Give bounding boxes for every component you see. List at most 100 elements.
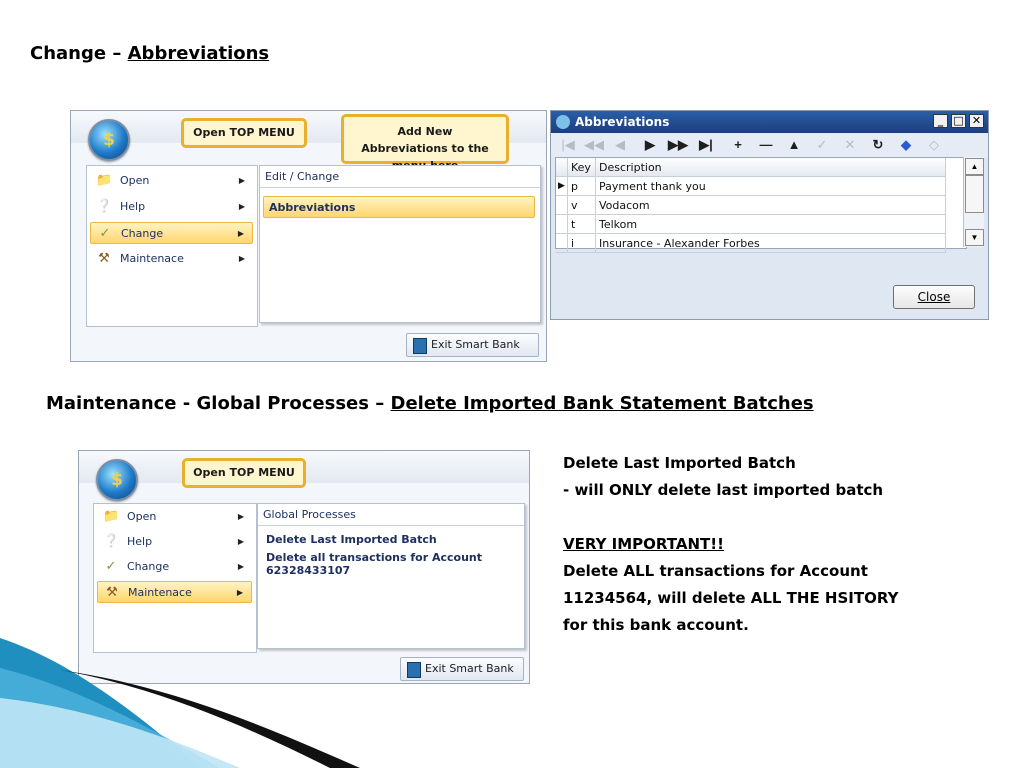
heading-prefix: Maintenance - Global Processes – bbox=[46, 393, 391, 414]
menu-item-help[interactable]: ❔ Help ▶ bbox=[97, 531, 252, 553]
menu-item-label: Open bbox=[127, 510, 157, 523]
window-titlebar: Abbreviations _ □ ✕ bbox=[551, 111, 988, 133]
column-header-description[interactable]: Description bbox=[596, 158, 946, 177]
submenu-global-processes: Global Processes Delete Last Imported Ba… bbox=[257, 503, 525, 649]
prev-page-icon[interactable]: ◀◀ bbox=[583, 135, 605, 155]
chevron-right-icon: ▶ bbox=[237, 537, 244, 546]
menu-item-label: Help bbox=[127, 535, 153, 548]
menu-item-maintenance[interactable]: ⚒ Maintenace ▶ bbox=[90, 248, 253, 270]
submenu-title: Edit / Change bbox=[260, 166, 540, 188]
chevron-right-icon: ▶ bbox=[237, 229, 244, 238]
table-row-description[interactable]: Vodacom bbox=[596, 196, 946, 215]
help-icon: ❔ bbox=[103, 534, 120, 549]
close-button[interactable]: Close bbox=[893, 285, 975, 309]
submenu-item-delete-last-batch[interactable]: Delete Last Imported Batch bbox=[266, 533, 437, 546]
row-indicator bbox=[556, 196, 568, 215]
minimize-button[interactable]: _ bbox=[933, 114, 948, 128]
exit-label: Exit Smart Bank bbox=[431, 338, 520, 351]
top-menu: 📁 Open ▶ ❔ Help ▶ ✓ Change ▶ ⚒ Maintenac… bbox=[93, 503, 257, 653]
chevron-right-icon: ▶ bbox=[237, 562, 244, 571]
exit-label: Exit Smart Bank bbox=[425, 662, 514, 675]
window-app-icon bbox=[556, 115, 570, 129]
edit-record-icon[interactable]: ▲ bbox=[783, 135, 805, 155]
menu-item-label: Change bbox=[121, 227, 164, 240]
refresh-icon[interactable]: ↻ bbox=[867, 135, 889, 155]
menu-item-label: Maintenace bbox=[120, 252, 184, 265]
note-line: for this bank account. bbox=[563, 616, 749, 634]
note-line: - will ONLY delete last imported batch bbox=[563, 481, 884, 499]
abbreviations-grid: Key Description ▶ p Payment thank you v … bbox=[555, 157, 967, 253]
table-row-key[interactable]: t bbox=[568, 215, 596, 234]
notes-block: Delete Last Imported Batch - will ONLY d… bbox=[563, 450, 898, 639]
chevron-right-icon: ▶ bbox=[236, 588, 243, 597]
callout-add-abbreviations: Add New Abbreviations to the menu here bbox=[341, 114, 509, 172]
delete-record-icon[interactable]: — bbox=[755, 135, 777, 155]
insert-record-icon[interactable]: + bbox=[727, 135, 749, 155]
note-important: VERY IMPORTANT!! bbox=[563, 535, 724, 553]
hammer-icon: ⚒ bbox=[98, 251, 110, 266]
submenu-edit-change: Edit / Change Abbreviations bbox=[259, 165, 541, 323]
menu-item-maintenance[interactable]: ⚒ Maintenace ▶ bbox=[97, 581, 252, 603]
decorative-swoosh bbox=[0, 638, 360, 768]
menu-item-help[interactable]: ❔ Help ▶ bbox=[90, 196, 253, 218]
scroll-up-icon[interactable]: ▲ bbox=[965, 158, 984, 175]
menu-item-label: Change bbox=[127, 560, 170, 573]
table-row-description[interactable]: Telkom bbox=[596, 215, 946, 234]
screenshot-top-menu-change: $ Open TOP MENU Add New Abbreviations to… bbox=[70, 110, 547, 362]
maximize-button[interactable]: □ bbox=[951, 114, 966, 128]
section-heading-abbreviations: Change – Abbreviations bbox=[30, 43, 269, 64]
table-row-description[interactable]: Payment thank you bbox=[596, 177, 946, 196]
note-line: Delete ALL transactions for Account bbox=[563, 562, 868, 580]
post-edit-icon[interactable]: ✓ bbox=[811, 135, 833, 155]
menu-item-label: Maintenace bbox=[128, 586, 192, 599]
heading-link: Abbreviations bbox=[127, 43, 270, 64]
grid-scrollbar[interactable]: ▲ ▼ bbox=[963, 157, 984, 247]
clear-bookmark-icon[interactable]: ◇ bbox=[923, 135, 945, 155]
help-icon: ❔ bbox=[96, 199, 113, 214]
close-window-button[interactable]: ✕ bbox=[969, 114, 984, 128]
app-orb-icon[interactable]: $ bbox=[88, 119, 130, 161]
exit-smart-bank-button[interactable]: Exit Smart Bank bbox=[400, 657, 524, 681]
menu-item-change[interactable]: ✓ Change ▶ bbox=[97, 556, 252, 578]
prev-record-icon[interactable]: ◀ bbox=[609, 135, 631, 155]
section-heading-delete-batches: Maintenance - Global Processes – Delete … bbox=[46, 393, 814, 414]
next-page-icon[interactable]: ▶▶ bbox=[667, 135, 689, 155]
column-header-key[interactable]: Key bbox=[568, 158, 596, 177]
submenu-item-line: 62328433107 bbox=[266, 564, 351, 577]
last-record-icon[interactable]: ▶| bbox=[695, 135, 717, 155]
menu-item-label: Open bbox=[120, 174, 150, 187]
row-indicator-icon: ▶ bbox=[556, 177, 568, 196]
chevron-right-icon: ▶ bbox=[238, 254, 245, 263]
next-record-icon[interactable]: ▶ bbox=[639, 135, 661, 155]
hammer-icon: ⚒ bbox=[106, 585, 118, 600]
bookmark-icon[interactable]: ◆ bbox=[895, 135, 917, 155]
note-line: 11234564, will delete ALL THE HSITORY bbox=[563, 589, 899, 607]
table-row-description[interactable]: Insurance - Alexander Forbes bbox=[596, 234, 946, 253]
submenu-item-line: Delete all transactions for Account bbox=[266, 551, 483, 564]
abbreviations-window: Abbreviations _ □ ✕ |◀ ◀◀ ◀ ▶ ▶▶ ▶| + — … bbox=[550, 110, 989, 320]
menu-item-change[interactable]: ✓ Change ▶ bbox=[90, 222, 253, 244]
submenu-title: Global Processes bbox=[258, 504, 524, 526]
scroll-thumb[interactable] bbox=[965, 175, 984, 213]
door-icon bbox=[407, 662, 421, 678]
app-orb-icon[interactable]: $ bbox=[96, 459, 138, 501]
navigator-toolbar: |◀ ◀◀ ◀ ▶ ▶▶ ▶| + — ▲ ✓ ✕ ↻ ◆ ◇ bbox=[551, 133, 988, 157]
submenu-item-abbreviations[interactable]: Abbreviations bbox=[263, 196, 535, 218]
change-icon: ✓ bbox=[99, 226, 111, 241]
table-row-key[interactable]: v bbox=[568, 196, 596, 215]
change-icon: ✓ bbox=[105, 559, 117, 574]
heading-prefix: Change – bbox=[30, 43, 128, 64]
cancel-edit-icon[interactable]: ✕ bbox=[839, 135, 861, 155]
scroll-down-icon[interactable]: ▼ bbox=[965, 229, 984, 246]
folder-icon: 📁 bbox=[96, 173, 113, 188]
submenu-item-delete-all-transactions[interactable]: Delete all transactions for Account 6232… bbox=[266, 551, 482, 577]
exit-smart-bank-button[interactable]: Exit Smart Bank bbox=[406, 333, 539, 357]
first-record-icon[interactable]: |◀ bbox=[557, 135, 579, 155]
menu-item-open[interactable]: 📁 Open ▶ bbox=[90, 170, 253, 192]
window-title: Abbreviations bbox=[575, 115, 670, 129]
table-row-key[interactable]: p bbox=[568, 177, 596, 196]
table-row-key[interactable]: i bbox=[568, 234, 596, 253]
door-icon bbox=[413, 338, 427, 354]
menu-item-open[interactable]: 📁 Open ▶ bbox=[97, 506, 252, 528]
row-indicator bbox=[556, 234, 568, 253]
